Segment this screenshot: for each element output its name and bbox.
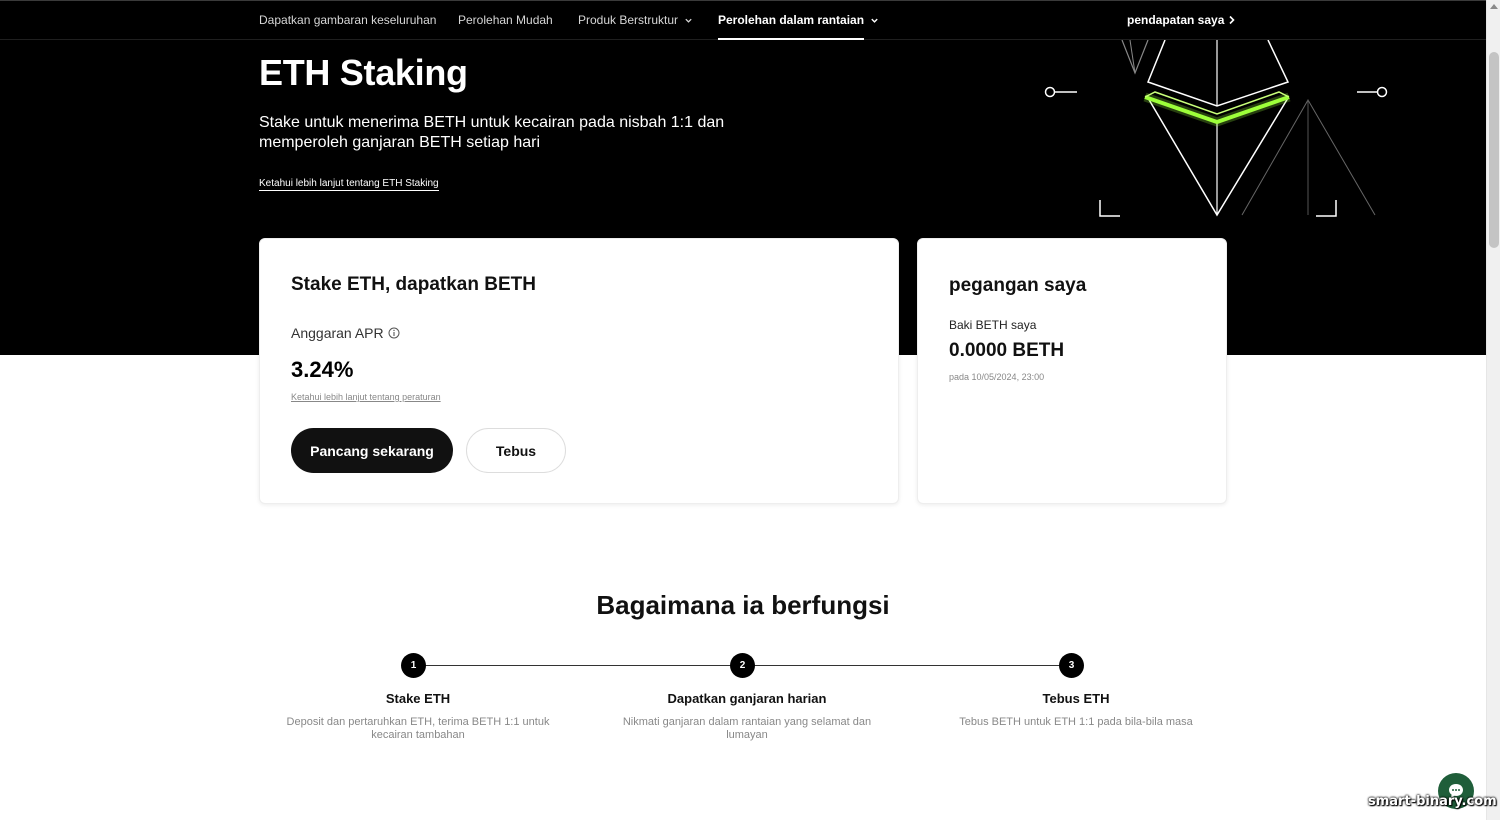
scroll-up-arrow-icon[interactable] bbox=[1490, 4, 1498, 9]
nav-item-structured-products[interactable]: Produk Berstruktur bbox=[578, 13, 693, 27]
page: Dapatkan gambaran keseluruhan Perolehan … bbox=[0, 0, 1500, 820]
nav-item-simple-earn[interactable]: Perolehan Mudah bbox=[458, 13, 553, 27]
watermark: smart-binary.com bbox=[1368, 794, 1497, 809]
my-earnings-label: pendapatan saya bbox=[1127, 13, 1225, 27]
nav-item-label: Dapatkan gambaran keseluruhan bbox=[259, 13, 437, 27]
beth-balance-value: 0.0000 BETH bbox=[949, 340, 1065, 361]
nav-item-label: Produk Berstruktur bbox=[578, 13, 679, 27]
holdings-title: pegangan saya bbox=[949, 275, 1087, 296]
step-title: Stake ETH bbox=[385, 691, 451, 706]
chevron-down-icon bbox=[685, 18, 692, 23]
nav-item-label: Perolehan Mudah bbox=[458, 13, 553, 27]
step-number-badge: 3 bbox=[1059, 653, 1084, 678]
apr-label-text: Anggaran APR bbox=[291, 325, 384, 341]
apr-label: Anggaran APR bbox=[291, 325, 400, 341]
top-navigation: Dapatkan gambaran keseluruhan Perolehan … bbox=[0, 0, 1486, 40]
redeem-button[interactable]: Tebus bbox=[466, 428, 566, 473]
info-icon[interactable] bbox=[388, 327, 400, 339]
apr-value: 3.24% bbox=[291, 357, 354, 382]
balance-timestamp: pada 10/05/2024, 23:00 bbox=[949, 372, 1045, 382]
how-it-works-title: Bagaimana ia berfungsi bbox=[596, 590, 890, 620]
step-description: Tebus BETH untuk ETH 1:1 pada bila-bila … bbox=[959, 716, 1193, 728]
learn-more-eth-staking-link[interactable]: Ketahui lebih lanjut tentang ETH Staking bbox=[259, 178, 439, 191]
step-title: Dapatkan ganjaran harian bbox=[667, 691, 827, 706]
stake-card-title: Stake ETH, dapatkan BETH bbox=[291, 274, 536, 295]
page-title: ETH Staking bbox=[259, 52, 468, 93]
step-description: Deposit dan pertaruhkan ETH, terima BETH… bbox=[286, 716, 550, 741]
holdings-card: pegangan saya Baki BETH saya 0.0000 BETH… bbox=[917, 238, 1227, 504]
stake-now-button[interactable]: Pancang sekarang bbox=[291, 428, 453, 473]
step-title: Tebus ETH bbox=[1042, 691, 1110, 706]
step-number-badge: 1 bbox=[401, 653, 426, 678]
vertical-scrollbar[interactable] bbox=[1486, 0, 1500, 820]
chevron-right-icon bbox=[1229, 15, 1236, 25]
nav-item-overview[interactable]: Dapatkan gambaran keseluruhan bbox=[259, 13, 436, 27]
nav-item-label: Perolehan dalam rantaian bbox=[718, 13, 865, 27]
hero-subtitle: Stake untuk menerima BETH untuk kecairan… bbox=[259, 114, 725, 151]
beth-balance-label: Baki BETH saya bbox=[949, 318, 1037, 332]
step-description: Nikmati ganjaran dalam rantaian yang sel… bbox=[622, 716, 872, 741]
step-number-badge: 2 bbox=[730, 653, 755, 678]
ethereum-illustration-icon bbox=[1044, 40, 1388, 217]
scrollbar-thumb[interactable] bbox=[1489, 52, 1499, 248]
stake-card: Stake ETH, dapatkan BETH Anggaran APR 3.… bbox=[259, 238, 899, 504]
chevron-down-icon bbox=[871, 18, 878, 23]
active-tab-indicator bbox=[718, 38, 864, 40]
my-earnings-link[interactable]: pendapatan saya bbox=[1127, 13, 1236, 27]
nav-item-onchain-earn[interactable]: Perolehan dalam rantaian bbox=[718, 13, 879, 27]
learn-more-rules-link[interactable]: Ketahui lebih lanjut tentang peraturan bbox=[291, 392, 441, 402]
